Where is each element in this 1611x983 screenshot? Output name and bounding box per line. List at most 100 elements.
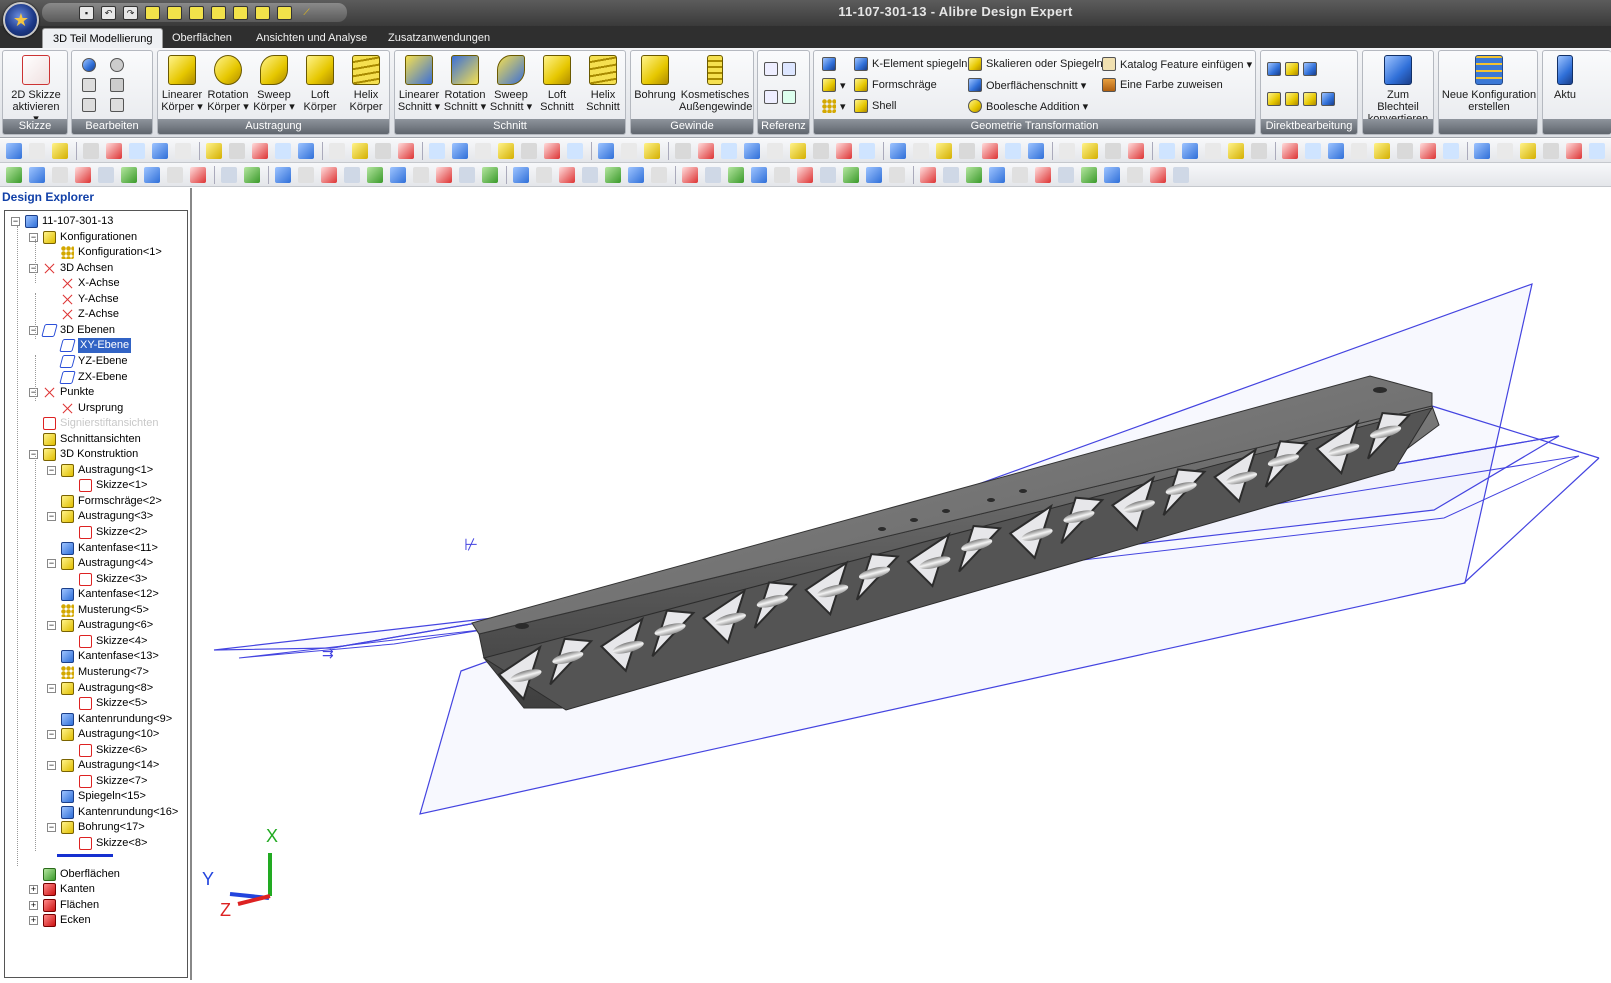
tb1-tool-40-icon[interactable]	[959, 143, 975, 159]
tb1-tool-30-icon[interactable]	[721, 143, 737, 159]
tree-node-austragung1[interactable]: − Austragung<1>	[47, 463, 153, 478]
tb1-tool-60-icon[interactable]	[1443, 143, 1459, 159]
collapse-icon[interactable]: −	[47, 730, 56, 740]
tree-node-skizze1[interactable]: Skizze<1>	[65, 478, 147, 493]
tree-node-ursprung[interactable]: Ursprung	[47, 401, 123, 416]
draft-tool-button[interactable]: ▾	[822, 75, 846, 95]
tb1-tool-1-icon[interactable]	[6, 143, 22, 159]
tb2-tool-11-icon[interactable]	[244, 167, 260, 183]
tb2-tool-2-icon[interactable]	[29, 167, 45, 183]
tb1-tool-23-icon[interactable]	[544, 143, 560, 159]
tb2-tool-26-icon[interactable]	[605, 167, 621, 183]
tree-node-signierstiftansichten[interactable]: Signierstiftansichten	[29, 416, 158, 431]
tb2-tool-33-icon[interactable]	[774, 167, 790, 183]
oberflaechenschnitt-button[interactable]: Oberflächenschnitt ▾	[968, 75, 1086, 95]
tb1-tool-11-icon[interactable]	[252, 143, 268, 159]
tree-node-skizze4[interactable]: Skizze<4>	[65, 634, 147, 649]
tb2-tool-27-icon[interactable]	[628, 167, 644, 183]
tb2-tool-29-icon[interactable]	[682, 167, 698, 183]
2d-skizze-button[interactable]: 2D Skizze aktivieren ▾	[11, 53, 61, 125]
linearer-schnitt-button[interactable]: Linearer Schnitt ▾	[397, 53, 441, 119]
tb2-tool-32-icon[interactable]	[751, 167, 767, 183]
tb2-tool-13-icon[interactable]	[298, 167, 314, 183]
collapse-icon[interactable]: −	[11, 217, 20, 226]
tb2-tool-45-icon[interactable]	[1058, 167, 1074, 183]
tree-node-kantenrundung9[interactable]: Kantenrundung<9>	[47, 712, 172, 727]
tb2-tool-10-icon[interactable]	[221, 167, 237, 183]
collapse-icon[interactable]: −	[47, 621, 56, 631]
collapse-icon[interactable]: −	[47, 761, 56, 771]
sweep-koerper-button[interactable]: Sweep Körper ▾	[252, 53, 296, 119]
tree-node-skizze7[interactable]: Skizze<7>	[65, 774, 147, 789]
expand-icon[interactable]: +	[29, 885, 38, 895]
formschraege-button[interactable]: Formschräge	[854, 75, 937, 95]
collapse-icon[interactable]: −	[29, 263, 38, 273]
tab-ansichten-und-analyse[interactable]: Ansichten und Analyse	[246, 28, 377, 48]
tb1-tool-32-icon[interactable]	[767, 143, 783, 159]
collapse-icon[interactable]: −	[29, 232, 38, 242]
tree-node-x-achse[interactable]: X-Achse	[47, 276, 120, 291]
sweep-schnitt-button[interactable]: Sweep Schnitt ▾	[489, 53, 533, 119]
tb2-tool-5-icon[interactable]	[98, 167, 114, 183]
tb2-tool-23-icon[interactable]	[536, 167, 552, 183]
tb2-tool-31-icon[interactable]	[728, 167, 744, 183]
tb1-tool-21-icon[interactable]	[498, 143, 514, 159]
tb2-tool-16-icon[interactable]	[367, 167, 383, 183]
tb2-tool-18-icon[interactable]	[413, 167, 429, 183]
tb1-tool-6-icon[interactable]	[129, 143, 145, 159]
reference-axis-button[interactable]	[764, 59, 796, 79]
tree-node-kantenfase12[interactable]: Kantenfase<12>	[47, 587, 159, 602]
application-menu-button[interactable]: ★	[3, 2, 39, 38]
tb2-tool-44-icon[interactable]	[1035, 167, 1051, 183]
tree-node-bohrung17[interactable]: − Bohrung<17>	[47, 820, 145, 835]
tree-node-flächen[interactable]: + Flächen	[29, 898, 99, 913]
pattern-tool-button[interactable]: ▾	[822, 96, 846, 116]
tb1-tool-35-icon[interactable]	[836, 143, 852, 159]
collapse-icon[interactable]: −	[29, 325, 38, 335]
tb1-tool-44-icon[interactable]	[1059, 143, 1075, 159]
tb1-tool-63-icon[interactable]	[1520, 143, 1536, 159]
hole[interactable]	[942, 509, 950, 513]
tree-node-ecken[interactable]: + Ecken	[29, 913, 91, 928]
linearer-koerper-button[interactable]: Linearer Körper ▾	[160, 53, 204, 119]
tb2-tool-50-icon[interactable]	[1173, 167, 1189, 183]
tb2-tool-21-icon[interactable]	[482, 167, 498, 183]
tb2-tool-43-icon[interactable]	[1012, 167, 1028, 183]
tb2-tool-3-icon[interactable]	[52, 167, 68, 183]
tree-node-konfiguration1[interactable]: Konfiguration<1>	[47, 245, 162, 260]
tb1-tool-8-icon[interactable]	[175, 143, 191, 159]
tb1-tool-27-icon[interactable]	[644, 143, 660, 159]
tb2-tool-35-icon[interactable]	[820, 167, 836, 183]
tb1-tool-28-icon[interactable]	[675, 143, 691, 159]
rotation-koerper-button[interactable]: Rotation Körper ▾	[206, 53, 250, 119]
bohrung-button[interactable]: Bohrung	[633, 53, 677, 119]
tb1-tool-43-icon[interactable]	[1028, 143, 1044, 159]
redo-small-button[interactable]	[110, 55, 124, 75]
mounting-hole-left[interactable]	[515, 623, 529, 629]
tb1-tool-39-icon[interactable]	[936, 143, 952, 159]
collapse-icon[interactable]: −	[29, 388, 38, 398]
tb2-tool-47-icon[interactable]	[1104, 167, 1120, 183]
tb1-tool-59-icon[interactable]	[1420, 143, 1436, 159]
k-element-spiegeln-button[interactable]: K-Element spiegeln	[854, 54, 967, 74]
tree-node-skizze6[interactable]: Skizze<6>	[65, 743, 147, 758]
tb1-tool-52-icon[interactable]	[1251, 143, 1267, 159]
tree-node-3d-achsen[interactable]: − 3D Achsen	[29, 261, 113, 276]
tb2-tool-41-icon[interactable]	[966, 167, 982, 183]
tb1-tool-49-icon[interactable]	[1182, 143, 1198, 159]
tb1-tool-12-icon[interactable]	[275, 143, 291, 159]
tree-node-formschräge2[interactable]: Formschräge<2>	[47, 494, 162, 509]
tb2-tool-42-icon[interactable]	[989, 167, 1005, 183]
paste-button[interactable]	[82, 95, 96, 115]
tb1-tool-36-icon[interactable]	[859, 143, 875, 159]
loft-koerper-button[interactable]: Loft Körper	[298, 53, 342, 119]
tb1-tool-26-icon[interactable]	[621, 143, 637, 159]
tb2-tool-39-icon[interactable]	[920, 167, 936, 183]
tree-node-musterung7[interactable]: Musterung<7>	[47, 665, 149, 680]
tree-node-kantenfase13[interactable]: Kantenfase<13>	[47, 649, 159, 664]
shell-button[interactable]: Shell	[854, 96, 896, 116]
tb2-tool-25-icon[interactable]	[582, 167, 598, 183]
helix-koerper-button[interactable]: Helix Körper	[344, 53, 388, 119]
tb2-tool-34-icon[interactable]	[797, 167, 813, 183]
tb1-tool-45-icon[interactable]	[1082, 143, 1098, 159]
